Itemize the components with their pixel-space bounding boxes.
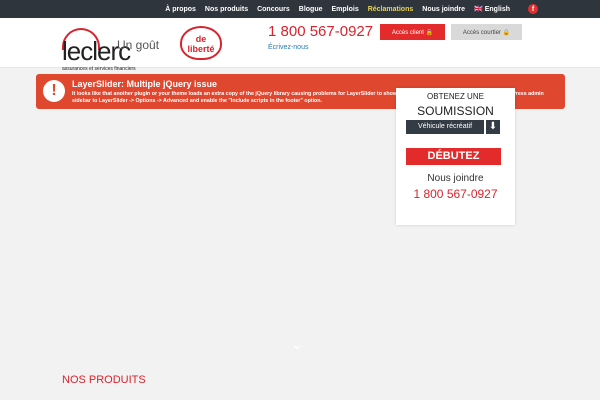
- contact-label: Nous joindre: [427, 173, 484, 184]
- broker-access-button[interactable]: Accès courtier 🔒: [451, 24, 522, 40]
- quote-heading-1: OBTENEZ UNE: [427, 92, 484, 101]
- nav-blogue[interactable]: Blogue: [299, 6, 323, 13]
- header-phone[interactable]: 1 800 567-0927: [268, 23, 373, 40]
- nav-concours[interactable]: Concours: [257, 6, 290, 13]
- quote-heading-2: SOUMISSION: [417, 104, 494, 118]
- logo-subtitle: assurances et services financiers: [62, 66, 136, 72]
- language-switch[interactable]: 🇬🇧 English: [474, 5, 510, 13]
- header: leclerc assurances et services financier…: [0, 18, 600, 72]
- client-access-button[interactable]: Accès client 🔒: [380, 24, 445, 40]
- quote-widget: OBTENEZ UNE SOUMISSION Véhicule récréati…: [396, 88, 515, 225]
- heart-logo: de liberté: [180, 26, 222, 60]
- start-button[interactable]: DÉBUTEZ: [406, 148, 501, 165]
- product-select[interactable]: Véhicule récréatif ⬇: [406, 120, 515, 134]
- arrow-down-icon[interactable]: ⬇: [486, 120, 500, 134]
- nav-nos-produits[interactable]: Nos produits: [205, 6, 248, 13]
- chevron-down-icon[interactable]: ⌄: [291, 336, 303, 353]
- nav-a-propos[interactable]: À propos: [165, 6, 196, 13]
- tagline: Un goût: [117, 38, 160, 52]
- facebook-icon[interactable]: f: [528, 4, 538, 14]
- language-label: English: [484, 6, 510, 13]
- quote-phone[interactable]: 1 800 567-0927: [396, 187, 515, 201]
- contact-link[interactable]: Écrivez-nous: [268, 44, 308, 51]
- uk-flag-icon: 🇬🇧: [474, 6, 483, 13]
- alert-title: LayerSlider: Multiple jQuery issue: [72, 79, 218, 89]
- nav-nous-joindre[interactable]: Nous joindre: [422, 6, 465, 13]
- section-title: NOS PRODUITS: [62, 374, 146, 386]
- nav-reclamations[interactable]: Réclamations: [368, 6, 414, 13]
- nav-emplois[interactable]: Emplois: [332, 6, 359, 13]
- warning-icon: !: [43, 80, 65, 102]
- top-nav: À propos Nos produits Concours Blogue Em…: [0, 0, 600, 18]
- product-select-value[interactable]: Véhicule récréatif: [406, 120, 484, 134]
